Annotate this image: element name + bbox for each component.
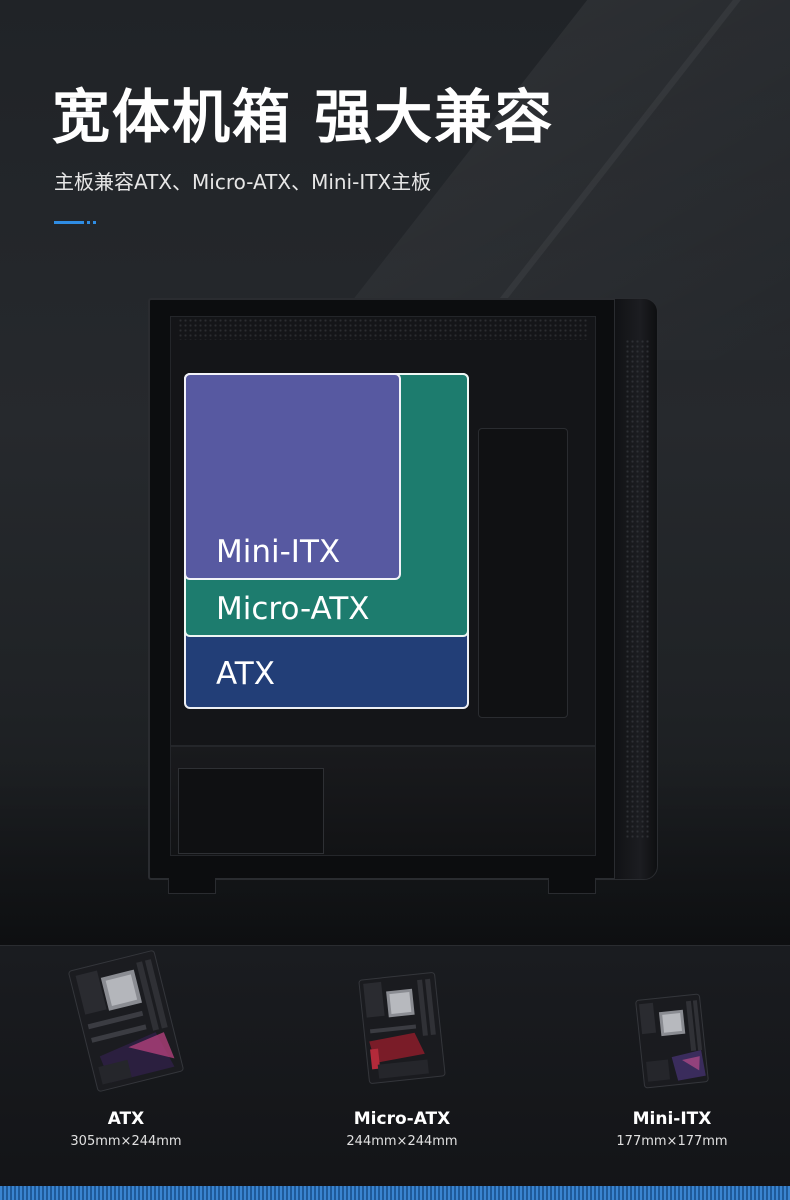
case-foot-right [548, 878, 596, 894]
case-foot-left [168, 878, 216, 894]
case-top-vent [178, 318, 588, 340]
board-item-mini-itx: Mini-ITX 177mm×177mm [562, 946, 782, 1149]
accent-divider [54, 221, 98, 224]
board-item-atx: ATX 305mm×244mm [16, 946, 236, 1149]
board-item-micro-atx: Micro-ATX 244mm×244mm [292, 946, 512, 1149]
motherboard-comparison: ATX 305mm×244mm Micro-ATX 244mm×244mm Mi… [0, 945, 790, 1200]
micro-atx-motherboard-image [358, 972, 446, 1084]
case-rear-fan-bracket [478, 428, 568, 718]
board-name: ATX [107, 1109, 145, 1129]
board-size: 305mm×244mm [70, 1134, 182, 1149]
board-name: Mini-ITX [632, 1109, 712, 1129]
micro-atx-area-label: Micro-ATX [216, 591, 370, 627]
case-front-panel [614, 298, 658, 880]
board-size: 177mm×177mm [616, 1134, 728, 1149]
case-psu-window [178, 768, 324, 854]
board-name: Micro-ATX [353, 1109, 451, 1129]
page-title: 宽体机箱 强大兼容 [52, 83, 555, 151]
mini-itx-motherboard-image [635, 993, 709, 1089]
bottom-accent-strip [0, 1186, 790, 1200]
mini-itx-area-label: Mini-ITX [216, 534, 341, 570]
page-subtitle: 主板兼容ATX、Micro-ATX、Mini-ITX主板 [54, 170, 432, 194]
front-mesh [625, 339, 649, 839]
atx-area-label: ATX [216, 656, 275, 692]
mini-itx-area-overlay: Mini-ITX [184, 373, 401, 580]
atx-motherboard-image [68, 950, 184, 1092]
board-size: 244mm×244mm [346, 1134, 458, 1149]
